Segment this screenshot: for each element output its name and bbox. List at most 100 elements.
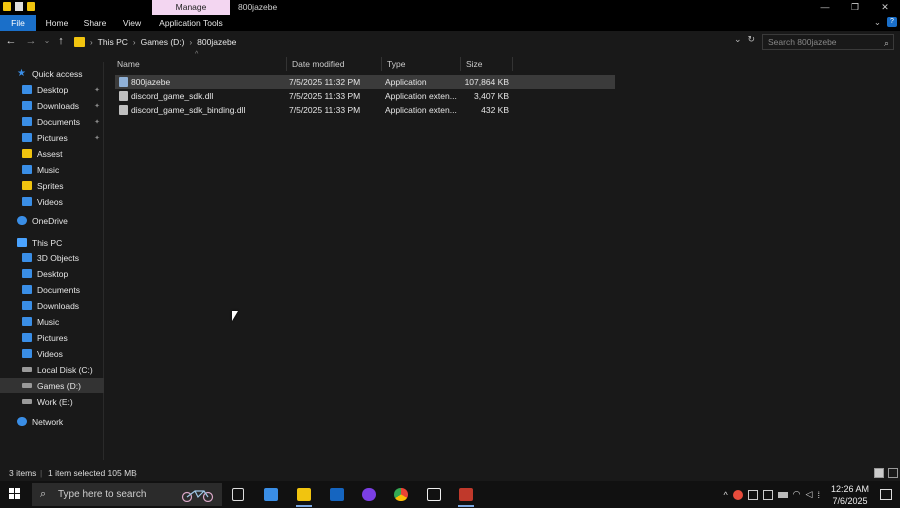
sidebar-item-games-d[interactable]: Games (D:)	[0, 378, 104, 393]
sidebar-item-onedrive[interactable]: OneDrive	[0, 213, 104, 228]
minimize-button[interactable]: —	[810, 0, 840, 15]
sidebar-item-label: Videos	[37, 348, 63, 359]
sidebar-item-desktop[interactable]: Desktop ✦	[0, 82, 104, 97]
volume-icon[interactable]: ◁	[806, 489, 813, 500]
folder-icon	[3, 2, 11, 11]
sidebar-item-pictures[interactable]: Pictures ✦	[0, 130, 104, 145]
breadcrumb-separator: ›	[132, 37, 136, 47]
show-hidden-icons-icon[interactable]: ^	[723, 490, 727, 500]
sidebar-item-label: This PC	[32, 237, 63, 248]
breadcrumb-this-pc[interactable]: This PC	[98, 37, 128, 47]
table-row[interactable]: discord_game_sdk_binding.dll 7/5/2025 11:…	[115, 103, 615, 117]
task-view-icon[interactable]	[228, 485, 248, 504]
column-header-date-modified[interactable]: Date modified	[287, 57, 382, 71]
messenger-icon[interactable]	[359, 485, 379, 504]
sidebar-item-this-pc[interactable]: This PC	[0, 235, 104, 250]
file-size: 3,407 KB	[474, 91, 509, 101]
sidebar-item-sprites[interactable]: Sprites	[0, 178, 104, 193]
outlook-icon[interactable]	[327, 485, 347, 504]
sidebar-item-label: 3D Objects	[37, 252, 80, 263]
sidebar-item-music[interactable]: Music	[0, 314, 104, 329]
tab-application-tools[interactable]: Application Tools	[152, 15, 230, 31]
microsoft-store-icon[interactable]	[261, 485, 281, 504]
chrome-icon[interactable]	[391, 485, 411, 504]
clock-time: 12:26 AM	[830, 483, 869, 494]
breadcrumb-800jazebe[interactable]: 800jazebe	[197, 37, 236, 47]
properties-icon[interactable]	[15, 2, 23, 11]
sidebar-item-label: Work (E:)	[37, 396, 73, 407]
sidebar-item-3d-objects[interactable]: 3D Objects	[0, 250, 104, 265]
address-bar[interactable]: › This PC › Games (D:) › 800jazebe	[70, 34, 758, 50]
battery-icon[interactable]	[777, 491, 788, 498]
refresh-icon[interactable]: ↻	[748, 34, 756, 45]
tab-view[interactable]: View	[117, 15, 147, 31]
file-date-modified: 7/5/2025 11:33 PM	[289, 91, 361, 101]
documents-icon	[22, 285, 32, 294]
restore-button[interactable]: ❐	[840, 0, 870, 15]
forward-button[interactable]: →	[24, 34, 38, 48]
media-app-icon[interactable]	[424, 485, 444, 504]
back-button[interactable]: ←	[4, 34, 18, 48]
sidebar-item-music[interactable]: Music	[0, 162, 104, 177]
sidebar-item-desktop[interactable]: Desktop	[0, 266, 104, 281]
language-icon[interactable]: ⁞	[817, 490, 820, 500]
title-bar: Manage 800jazebe — ❐ ✕	[0, 0, 900, 15]
tray-app-icon[interactable]	[747, 489, 758, 500]
dll-file-icon	[119, 105, 128, 115]
up-button[interactable]: ↑	[54, 34, 68, 48]
search-input[interactable]: Search 800jazebe ⌕	[762, 34, 894, 50]
sidebar-item-label: Network	[32, 416, 64, 427]
table-row[interactable]: 800jazebe 7/5/2025 11:32 PM Application 107…	[115, 75, 615, 89]
dll-file-icon	[119, 91, 128, 101]
sidebar-item-label: Games (D:)	[37, 380, 81, 391]
sidebar-item-network[interactable]: Network	[0, 414, 104, 429]
close-button[interactable]: ✕	[870, 0, 900, 15]
application-running-icon[interactable]	[456, 485, 476, 507]
column-header-size[interactable]: Size	[461, 57, 513, 71]
sidebar-item-label: Documents	[37, 116, 80, 127]
record-icon[interactable]	[732, 489, 743, 500]
sidebar-item-label: Pictures	[37, 332, 68, 343]
breadcrumb-games-d[interactable]: Games (D:)	[141, 37, 185, 47]
recent-locations-icon[interactable]: ⌄	[40, 34, 54, 48]
tab-home[interactable]: Home	[42, 15, 72, 31]
taskbar-search-box[interactable]: ⌕ Type here to search	[32, 483, 222, 506]
sidebar-item-quick-access[interactable]: ★ Quick access	[0, 66, 104, 81]
column-header-type[interactable]: Type	[382, 57, 461, 71]
sidebar-item-downloads[interactable]: Downloads	[0, 298, 104, 313]
clock[interactable]: 12:26 AM 7/6/2025	[825, 483, 875, 507]
notifications-icon[interactable]	[880, 489, 892, 500]
sidebar-item-work-e[interactable]: Work (E:)	[0, 394, 104, 409]
large-icons-view-icon[interactable]	[888, 468, 898, 478]
address-dropdown-icon[interactable]: ⌄	[734, 34, 742, 45]
details-view-icon[interactable]	[874, 468, 884, 478]
expand-ribbon-icon[interactable]: ⌄	[874, 17, 881, 28]
start-button[interactable]	[9, 488, 21, 500]
clock-date: 7/6/2025	[832, 495, 868, 506]
sidebar-item-videos[interactable]: Videos	[0, 194, 104, 209]
sidebar-item-pictures[interactable]: Pictures	[0, 330, 104, 345]
sidebar-item-documents[interactable]: Documents	[0, 282, 104, 297]
sidebar-item-videos[interactable]: Videos	[0, 346, 104, 361]
sidebar-item-label: Local Disk (C:)	[37, 364, 93, 375]
sidebar-item-documents[interactable]: Documents ✦	[0, 114, 104, 129]
downloads-icon	[22, 301, 32, 310]
search-icon: ⌕	[40, 488, 47, 500]
wifi-icon[interactable]: ◠	[793, 489, 801, 500]
computer-icon	[17, 238, 27, 247]
tab-share[interactable]: Share	[80, 15, 110, 31]
new-folder-icon[interactable]	[27, 2, 35, 11]
file-explorer-taskbar-icon[interactable]	[294, 485, 314, 507]
manage-tab[interactable]: Manage	[152, 0, 230, 15]
sidebar-item-assest[interactable]: Assest	[0, 146, 104, 161]
table-row[interactable]: discord_game_sdk.dll 7/5/2025 11:33 PM App…	[115, 89, 615, 103]
sidebar-item-label: OneDrive	[32, 215, 68, 226]
column-header-name[interactable]: Name	[112, 57, 287, 71]
tab-file[interactable]: File	[0, 15, 36, 31]
sidebar-item-local-disk-c[interactable]: Local Disk (C:)	[0, 362, 104, 377]
display-icon[interactable]	[762, 489, 773, 500]
sidebar-item-downloads[interactable]: Downloads ✦	[0, 98, 104, 113]
pin-icon: ✦	[94, 102, 100, 110]
help-icon[interactable]: ?	[887, 17, 897, 27]
breadcrumb-separator: ›	[90, 37, 93, 47]
